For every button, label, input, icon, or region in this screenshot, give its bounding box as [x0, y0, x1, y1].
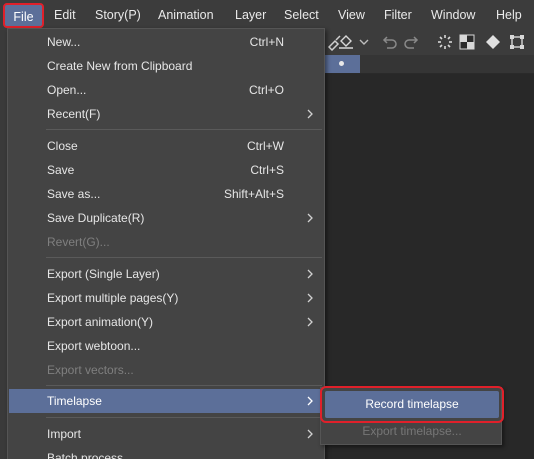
menu-item-timelapse[interactable]: Timelapse	[9, 389, 324, 413]
menu-filter[interactable]: Filter	[384, 0, 412, 30]
menu-item-label: Create New from Clipboard	[47, 59, 193, 73]
menu-separator	[46, 417, 322, 418]
redo-icon[interactable]	[402, 33, 420, 51]
menu-story[interactable]: Story(P)	[95, 0, 141, 30]
menu-help[interactable]: Help	[496, 0, 522, 30]
menu-item-batch-process[interactable]: Batch process	[9, 446, 324, 459]
menu-select[interactable]: Select	[284, 0, 319, 30]
menu-edit[interactable]: Edit	[54, 0, 76, 30]
menu-separator	[46, 129, 322, 130]
menu-item-label: Save Duplicate(R)	[47, 211, 145, 225]
menu-item-label: Export multiple pages(Y)	[47, 291, 179, 305]
menu-animation[interactable]: Animation	[158, 0, 214, 30]
fill-tool-icon[interactable]	[484, 33, 502, 51]
highlight-outline	[320, 386, 504, 423]
menu-item-export-multiple-pages[interactable]: Export multiple pages(Y)	[9, 286, 324, 310]
submenu-arrow-icon	[307, 396, 313, 406]
menu-item-label: New...	[47, 35, 81, 49]
menu-item-export-vectors: Export vectors...	[9, 358, 324, 382]
menu-view[interactable]: View	[338, 0, 365, 30]
menu-item-save[interactable]: Save Ctrl+S	[9, 158, 324, 182]
menu-window[interactable]: Window	[431, 0, 475, 30]
undo-icon[interactable]	[381, 33, 399, 51]
menu-item-label: Export vectors...	[47, 363, 134, 377]
shortcut-label: Ctrl+O	[248, 83, 284, 97]
menu-item-label: Save as...	[47, 187, 101, 201]
menu-bar: File Edit Story(P) Animation Layer Selec…	[0, 0, 534, 30]
menu-item-label: Revert(G)...	[47, 235, 110, 249]
menu-item-label: Close	[47, 139, 78, 153]
menu-item-new[interactable]: New... Ctrl+N	[9, 30, 324, 54]
submenu-arrow-icon	[307, 213, 313, 223]
menu-item-label: Export (Single Layer)	[47, 267, 160, 281]
menu-separator	[46, 385, 322, 386]
menu-item-create-new-from-clipboard[interactable]: Create New from Clipboard	[9, 54, 324, 78]
menu-item-open[interactable]: Open... Ctrl+O	[9, 78, 324, 102]
menu-item-label: Timelapse	[47, 394, 102, 408]
fill-bucket-icon[interactable]	[337, 33, 355, 51]
menu-item-export-single-layer[interactable]: Export (Single Layer)	[9, 262, 324, 286]
submenu-arrow-icon	[307, 293, 313, 303]
menu-item-recent[interactable]: Recent(F)	[9, 102, 324, 126]
unsaved-dot-icon	[339, 61, 344, 66]
menu-item-label: Export timelapse...	[362, 424, 462, 438]
transparency-grid-icon[interactable]	[458, 33, 476, 51]
shortcut-label: Shift+Alt+S	[223, 187, 284, 201]
menu-item-label: Export webtoon...	[47, 339, 141, 353]
menu-item-import[interactable]: Import	[9, 422, 324, 446]
file-dropdown-menu: New... Ctrl+N Create New from Clipboard …	[7, 28, 325, 459]
menu-item-save-as[interactable]: Save as... Shift+Alt+S	[9, 182, 324, 206]
submenu-arrow-icon	[307, 269, 313, 279]
menu-item-export-animation[interactable]: Export animation(Y)	[9, 310, 324, 334]
menu-item-label: Open...	[47, 83, 87, 97]
chevron-down-icon[interactable]	[355, 33, 373, 51]
submenu-arrow-icon	[307, 317, 313, 327]
menu-item-label: Recent(F)	[47, 107, 101, 121]
submenu-arrow-icon	[307, 429, 313, 439]
shortcut-label: Ctrl+W	[247, 139, 284, 153]
transform-icon[interactable]	[508, 33, 526, 51]
shortcut-label: Ctrl+N	[249, 35, 284, 49]
menu-layer[interactable]: Layer	[235, 0, 266, 30]
menu-item-revert: Revert(G)...	[9, 230, 324, 254]
menu-item-export-webtoon[interactable]: Export webtoon...	[9, 334, 324, 358]
menu-item-close[interactable]: Close Ctrl+W	[9, 134, 324, 158]
menu-item-label: Import	[47, 427, 82, 441]
menu-item-label: Save	[47, 163, 75, 177]
menu-item-label: Export animation(Y)	[47, 315, 154, 329]
menu-file[interactable]: File	[3, 3, 44, 28]
menu-item-save-duplicate[interactable]: Save Duplicate(R)	[9, 206, 324, 230]
shortcut-label: Ctrl+S	[250, 163, 284, 177]
loading-spinner-icon[interactable]	[436, 33, 454, 51]
menu-item-label: Batch process	[47, 451, 124, 459]
submenu-arrow-icon	[307, 109, 313, 119]
menu-item-export-timelapse: Export timelapse...	[325, 420, 499, 442]
menu-separator	[46, 257, 322, 258]
